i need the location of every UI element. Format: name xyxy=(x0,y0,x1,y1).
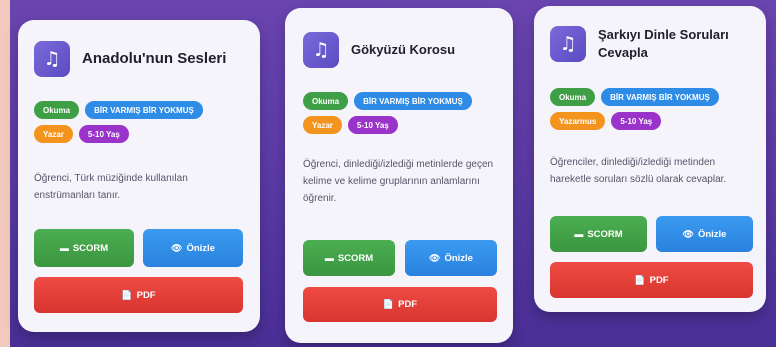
pdf-icon: 📄 xyxy=(121,289,133,300)
scorm-button-label: SCORM xyxy=(587,228,623,240)
card-header: ♫ Şarkıyı Dinle Soruları Cevapla xyxy=(550,26,760,62)
tag-type: Okuma xyxy=(303,92,349,110)
pdf-button[interactable]: 📄 PDF xyxy=(34,277,243,313)
preview-button[interactable]: 👁 Önizle xyxy=(405,240,497,276)
tag-age: 5-10 Yaş xyxy=(78,125,129,143)
tag-author: Yazar xyxy=(303,116,342,134)
pdf-icon: 📄 xyxy=(634,274,646,285)
pdf-icon: 📄 xyxy=(382,299,395,309)
preview-button[interactable]: 👁 Önizle xyxy=(656,216,753,252)
download-icon: ▬ xyxy=(59,243,69,253)
scorm-button[interactable]: ▬ SCORM xyxy=(550,216,647,252)
download-icon: ▬ xyxy=(324,253,334,263)
tag-type: Okuma xyxy=(550,88,596,106)
preview-button-label: Önizle xyxy=(697,228,727,240)
card-title: Şarkıyı Dinle Soruları Cevapla xyxy=(598,27,729,60)
lesson-card-1: ♫ Anadolu'nun Sesleri Okuma BİR VARMIŞ B… xyxy=(18,20,260,332)
tag-age: 5-10 Yaş xyxy=(611,112,662,130)
preview-button-label: Önizle xyxy=(444,252,473,264)
music-book-icon: ♫ xyxy=(34,41,70,77)
card-description: Öğrenciler, dinlediği/izlediği metinden … xyxy=(550,157,727,185)
card-header: ♫ Gökyüzü Korosu xyxy=(303,32,503,68)
scorm-button-label: SCORM xyxy=(337,252,374,264)
lesson-card-2: ♫ Gökyüzü Korosu Okuma BİR VARMIŞ BİR YO… xyxy=(285,8,513,343)
tag-category: BİR VARMIŞ BİR YOKMUŞ xyxy=(354,92,472,110)
scorm-button[interactable]: ▬ SCORM xyxy=(303,240,395,276)
eye-icon: 👁 xyxy=(171,242,183,253)
tag-list: Okuma BİR VARMIŞ BİR YOKMUŞ Yazar 5-10 Y… xyxy=(34,101,244,143)
pdf-button[interactable]: 📄 PDF xyxy=(303,287,497,322)
music-book-icon: ♫ xyxy=(550,26,586,62)
card-header: ♫ Anadolu'nun Sesleri xyxy=(34,41,249,77)
tag-age: 5-10 Yaş xyxy=(347,116,398,134)
pdf-button-label: PDF xyxy=(136,289,156,301)
preview-button[interactable]: 👁 Önizle xyxy=(143,229,243,267)
music-book-icon: ♫ xyxy=(303,32,339,68)
pdf-button-label: PDF xyxy=(649,274,669,286)
pdf-button[interactable]: 📄 PDF xyxy=(550,262,753,298)
card-description: Öğrenci, Türk müziğinde kullanılan enstr… xyxy=(34,173,188,201)
lesson-card-3: ♫ Şarkıyı Dinle Soruları Cevapla Okuma B… xyxy=(534,6,766,312)
tag-type: Okuma xyxy=(34,101,80,119)
card-title: Gökyüzü Korosu xyxy=(351,42,456,57)
tag-list: Okuma BİR VARMIŞ BİR YOKMUŞ Yazar 5-10 Y… xyxy=(303,92,503,134)
scorm-button[interactable]: ▬ SCORM xyxy=(34,229,134,267)
card-title: Anadolu'nun Sesleri xyxy=(82,50,227,67)
tag-category: BİR VARMIŞ BİR YOKMUŞ xyxy=(601,88,719,106)
eye-icon: 👁 xyxy=(682,228,694,239)
download-icon: ▬ xyxy=(574,229,584,239)
tag-author: Yazarmus xyxy=(550,112,606,130)
pdf-button-label: PDF xyxy=(398,299,418,310)
tag-author: Yazar xyxy=(34,125,73,143)
card-description: Öğrenci, dinlediği/izlediği metinlerde g… xyxy=(303,159,494,204)
tag-list: Okuma BİR VARMIŞ BİR YOKMUŞ Yazarmus 5-1… xyxy=(550,88,755,130)
preview-button-label: Önizle xyxy=(186,242,215,254)
eye-icon: 👁 xyxy=(429,252,441,263)
tag-category: BİR VARMIŞ BİR YOKMUŞ xyxy=(85,101,203,119)
scorm-button-label: SCORM xyxy=(72,242,109,254)
